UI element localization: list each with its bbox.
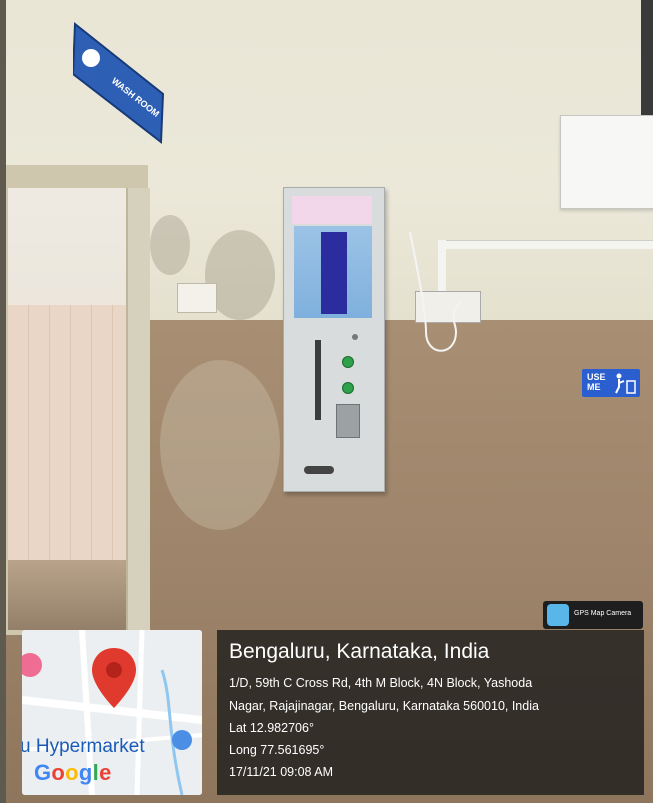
datetime: 17/11/21 09:08 AM (229, 765, 334, 779)
photo-frame: WASH ROOM USE ME GPS Map Camera u Hyperm… (0, 0, 653, 803)
address-line-1: 1/D, 59th C Cross Rd, 4th M Block, 4N Bl… (229, 676, 533, 690)
washroom-sign-graphic: WASH ROOM (71, 21, 165, 144)
map-place-label: u Hypermarket (22, 736, 145, 757)
door-jamb (126, 188, 150, 635)
latitude: Lat 12.982706° (229, 721, 314, 735)
use-me-sign: USE ME (582, 369, 640, 397)
washroom-sign: WASH ROOM (71, 21, 165, 144)
pipe (641, 0, 653, 115)
machine-button (342, 382, 354, 394)
longitude: Long 77.561695° (229, 743, 325, 757)
machine-vertical-label (321, 232, 347, 314)
location-title: Bengaluru, Karnataka, India (229, 640, 490, 663)
machine-slot (315, 340, 321, 420)
wall-switch (177, 283, 217, 313)
wall-box (560, 115, 653, 209)
use-me-line2: ME (587, 382, 601, 392)
machine-knob (352, 334, 358, 340)
machine-logo-strip (292, 196, 372, 224)
coin-slot (336, 404, 360, 438)
google-logo: Google (34, 760, 112, 785)
conduit (438, 240, 653, 249)
trash-bin-icon (615, 373, 636, 394)
machine-button (342, 356, 354, 368)
gps-camera-icon (547, 604, 569, 626)
vending-machine (283, 187, 385, 492)
location-info-panel: Bengaluru, Karnataka, India 1/D, 59th C … (217, 630, 644, 795)
wall-stain (160, 360, 280, 530)
gps-camera-badge: GPS Map Camera (543, 601, 643, 629)
floor (8, 560, 128, 630)
address-line-2: Nagar, Rajajinagar, Bengaluru, Karnataka… (229, 699, 539, 713)
gps-camera-label: GPS Map Camera (574, 610, 632, 617)
wall-stain (150, 215, 190, 275)
power-cable (409, 232, 461, 352)
use-me-line1: USE (587, 372, 606, 382)
dispense-slot (304, 466, 334, 474)
map-thumbnail: u Hypermarket Google (22, 630, 202, 795)
